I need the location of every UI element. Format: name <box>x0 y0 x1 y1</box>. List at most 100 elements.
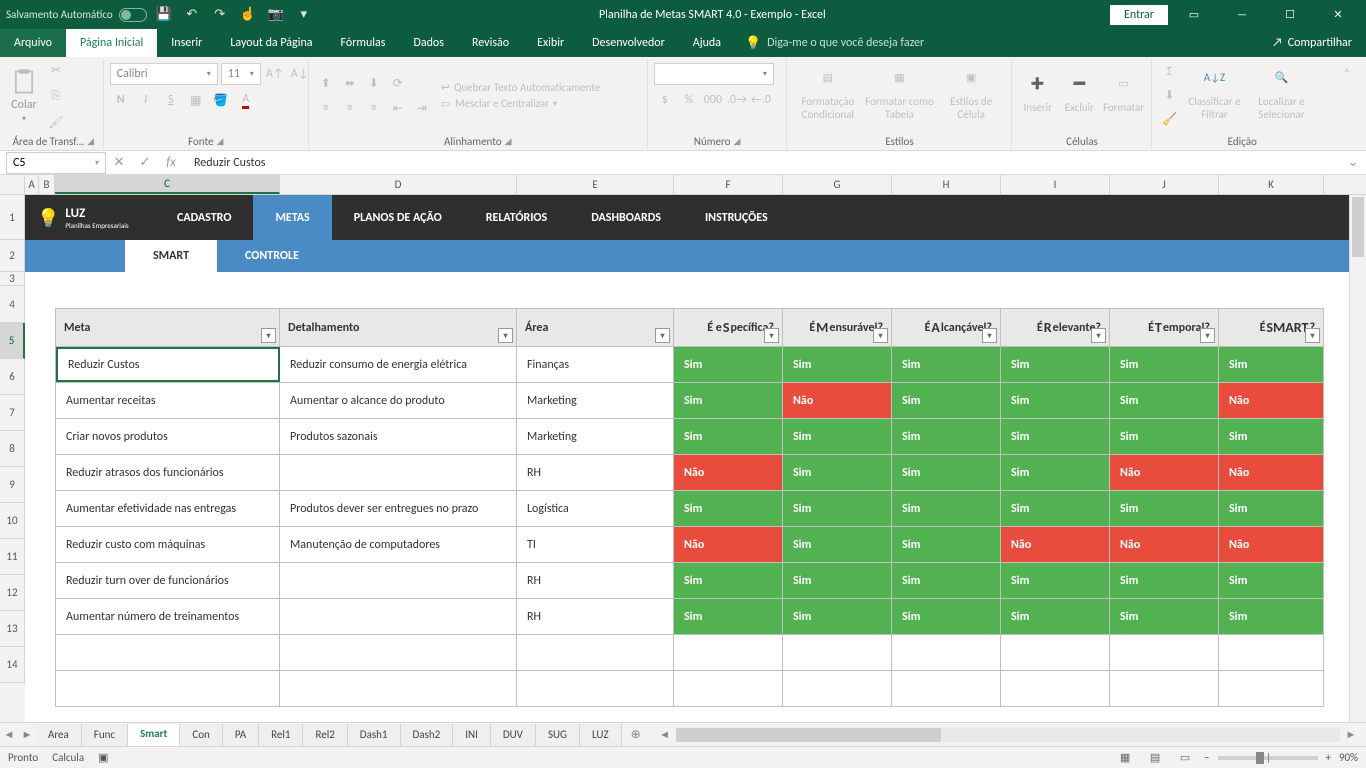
font-color-icon[interactable]: A <box>235 89 257 111</box>
cell-status[interactable]: Sim <box>1001 347 1110 382</box>
cell-status[interactable]: Sim <box>1110 599 1219 634</box>
sheet-tab[interactable]: DUV <box>491 724 536 746</box>
sheet-tab[interactable]: Dash2 <box>401 724 454 746</box>
format-painter-icon[interactable]: 🖌 <box>45 111 67 133</box>
tab-data[interactable]: Dados <box>399 29 457 57</box>
tab-insert[interactable]: Inserir <box>157 29 216 57</box>
table-row[interactable]: Aumentar número de treinamentosRHSimSimS… <box>56 598 1323 634</box>
cell-status[interactable]: Sim <box>1219 491 1323 526</box>
col-header[interactable]: F <box>674 175 783 194</box>
header-meta[interactable]: Meta▾ <box>56 309 280 346</box>
merge-button[interactable]: ▭Mesclar e Centralizar▾ <box>441 97 601 110</box>
sheet-tab[interactable]: Rel2 <box>303 724 347 746</box>
row-header[interactable]: 8 <box>0 431 25 467</box>
cell-status[interactable]: Sim <box>1001 383 1110 418</box>
cell-status[interactable]: Não <box>674 527 783 562</box>
cut-icon[interactable]: ✂ <box>45 59 67 81</box>
col-header[interactable]: B <box>39 175 55 194</box>
table-row[interactable]: Reduzir CustosReduzir consumo de energia… <box>56 346 1323 382</box>
align-center-icon[interactable]: ≡ <box>339 97 361 119</box>
undo-icon[interactable]: ↶ <box>181 4 203 26</box>
col-header[interactable]: J <box>1110 175 1219 194</box>
cell-status[interactable]: Sim <box>892 527 1001 562</box>
dialog-launcher-icon[interactable]: ◢ <box>505 136 512 147</box>
cell-status[interactable]: Sim <box>1110 419 1219 454</box>
number-format-select[interactable]: ▾ <box>654 63 774 85</box>
cell-status[interactable]: Sim <box>892 491 1001 526</box>
page-break-icon[interactable]: ▭ <box>1174 749 1196 767</box>
find-select-button[interactable]: 🔍Localizar e Selecionar <box>1248 71 1314 121</box>
touch-mode-icon[interactable]: ☝ <box>237 4 259 26</box>
header-alcancavel[interactable]: É Alcançável?▾ <box>892 309 1001 346</box>
worksheet[interactable]: 💡LUZPlanilhas Empresariais CADASTRO META… <box>25 195 1366 722</box>
align-right-icon[interactable]: ≡ <box>363 97 385 119</box>
conditional-format-button[interactable]: ▤Formatação Condicional <box>793 71 862 121</box>
cell-detalhamento[interactable]: Manutenção de computadores <box>280 527 517 562</box>
share-button[interactable]: ↗Compartilhar <box>1258 29 1366 57</box>
macro-record-icon[interactable]: ▣ <box>98 751 108 764</box>
header-smart[interactable]: É SMART?▾ <box>1219 309 1323 346</box>
copy-icon[interactable]: ⎘ <box>45 85 67 107</box>
scroll-right-icon[interactable]: ► <box>1342 724 1360 746</box>
row-header[interactable]: 1 <box>0 195 25 240</box>
row-header[interactable]: 14 <box>0 647 25 683</box>
sheet-tab[interactable]: PA <box>223 724 259 746</box>
fx-icon[interactable]: fx <box>158 152 184 174</box>
cell-status[interactable]: Sim <box>1110 563 1219 598</box>
nav-instrucoes[interactable]: INSTRUÇÕES <box>683 195 790 240</box>
tab-home[interactable]: Página Inicial <box>66 29 157 57</box>
nav-metas[interactable]: METAS <box>253 195 331 240</box>
cell-status[interactable]: Sim <box>892 599 1001 634</box>
cell-status[interactable]: Sim <box>674 563 783 598</box>
orientation-icon[interactable]: ⟳ <box>387 72 409 94</box>
row-header[interactable]: 12 <box>0 575 25 611</box>
cell-status[interactable]: Sim <box>1001 563 1110 598</box>
col-header[interactable]: C <box>55 175 280 194</box>
cell-status[interactable]: Sim <box>674 383 783 418</box>
select-all-corner[interactable] <box>0 175 25 194</box>
cell-detalhamento[interactable]: Produtos dever ser entregues no prazo <box>280 491 517 526</box>
vertical-scrollbar[interactable] <box>1349 195 1366 722</box>
expand-formula-icon[interactable]: ⌄ <box>1340 152 1366 174</box>
table-row[interactable]: Reduzir atrasos dos funcionáriosRHNãoSim… <box>56 454 1323 490</box>
thousands-icon[interactable]: 000 <box>702 89 724 111</box>
table-row[interactable] <box>56 634 1323 670</box>
redo-icon[interactable]: ↷ <box>209 4 231 26</box>
cell-status[interactable]: Sim <box>783 599 892 634</box>
auto-save-toggle[interactable]: Salvamento Automático <box>6 8 147 22</box>
cancel-icon[interactable]: ✕ <box>106 152 132 174</box>
enter-icon[interactable]: ✓ <box>132 152 158 174</box>
sheet-tab[interactable]: SUG <box>536 724 580 746</box>
dialog-launcher-icon[interactable]: ◢ <box>733 136 740 147</box>
sort-filter-button[interactable]: A↓ZClassificar e Filtrar <box>1183 71 1245 121</box>
sheet-tab[interactable]: Func <box>82 724 128 746</box>
row-header[interactable]: 7 <box>0 395 25 431</box>
save-icon[interactable]: 💾 <box>153 4 175 26</box>
row-header[interactable]: 6 <box>0 359 25 395</box>
subtab-controle[interactable]: CONTROLE <box>217 240 327 272</box>
close-button[interactable]: ✕ <box>1316 0 1360 29</box>
header-especifica[interactable]: É eSpecífica?▾ <box>674 309 783 346</box>
col-header[interactable]: H <box>892 175 1001 194</box>
cell-status[interactable]: Sim <box>783 419 892 454</box>
col-header[interactable]: D <box>280 175 517 194</box>
italic-button[interactable]: I <box>135 89 157 111</box>
align-left-icon[interactable]: ≡ <box>315 97 337 119</box>
bold-button[interactable]: N <box>110 89 132 111</box>
dialog-launcher-icon[interactable]: ◢ <box>217 136 224 147</box>
camera-icon[interactable]: 📷 <box>265 4 287 26</box>
cell-detalhamento[interactable]: Aumentar o alcance do produto <box>280 383 517 418</box>
header-detalhamento[interactable]: Detalhamento▾ <box>280 309 517 346</box>
decrease-indent-icon[interactable]: ⇤ <box>387 97 409 119</box>
table-row[interactable] <box>56 670 1323 706</box>
cell-status[interactable]: Não <box>1219 527 1323 562</box>
nav-planos[interactable]: PLANOS DE AÇÃO <box>332 195 464 240</box>
cell-status[interactable]: Não <box>1219 383 1323 418</box>
delete-cells-button[interactable]: ➖Excluir <box>1060 77 1099 114</box>
col-header[interactable]: G <box>783 175 892 194</box>
tab-help[interactable]: Ajuda <box>679 29 735 57</box>
cell-status[interactable]: Sim <box>1219 599 1323 634</box>
cell-status[interactable]: Sim <box>892 455 1001 490</box>
sheet-tab[interactable]: Area <box>36 724 82 746</box>
cell-status[interactable]: Sim <box>892 563 1001 598</box>
